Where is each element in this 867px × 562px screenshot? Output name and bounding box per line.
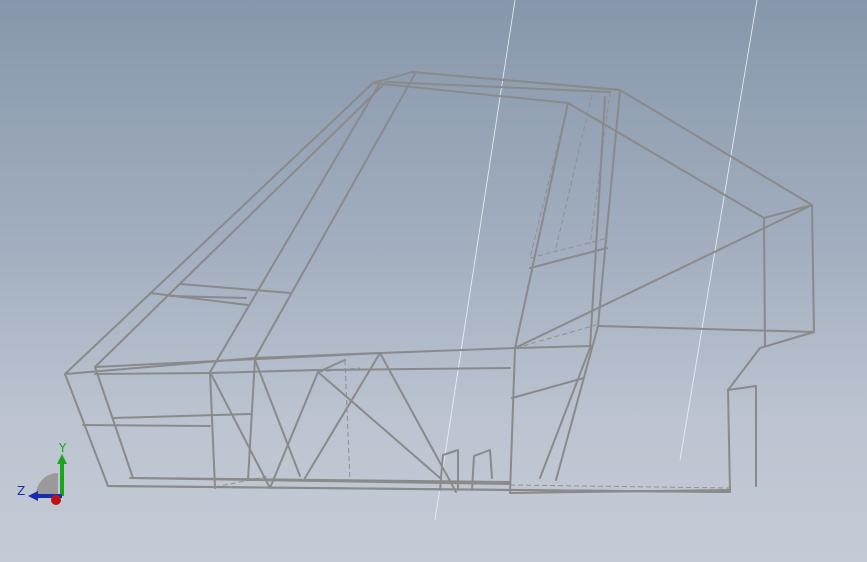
coordinate-triad: Y Z: [14, 440, 74, 510]
y-axis-label: Y: [59, 441, 67, 455]
sketch-line: [679, 0, 758, 461]
graphics-viewport[interactable]: Y Z: [0, 0, 867, 562]
z-axis-label: Z: [17, 484, 26, 498]
visible-edges: [64, 71, 815, 494]
wireframe-model[interactable]: [0, 0, 867, 562]
